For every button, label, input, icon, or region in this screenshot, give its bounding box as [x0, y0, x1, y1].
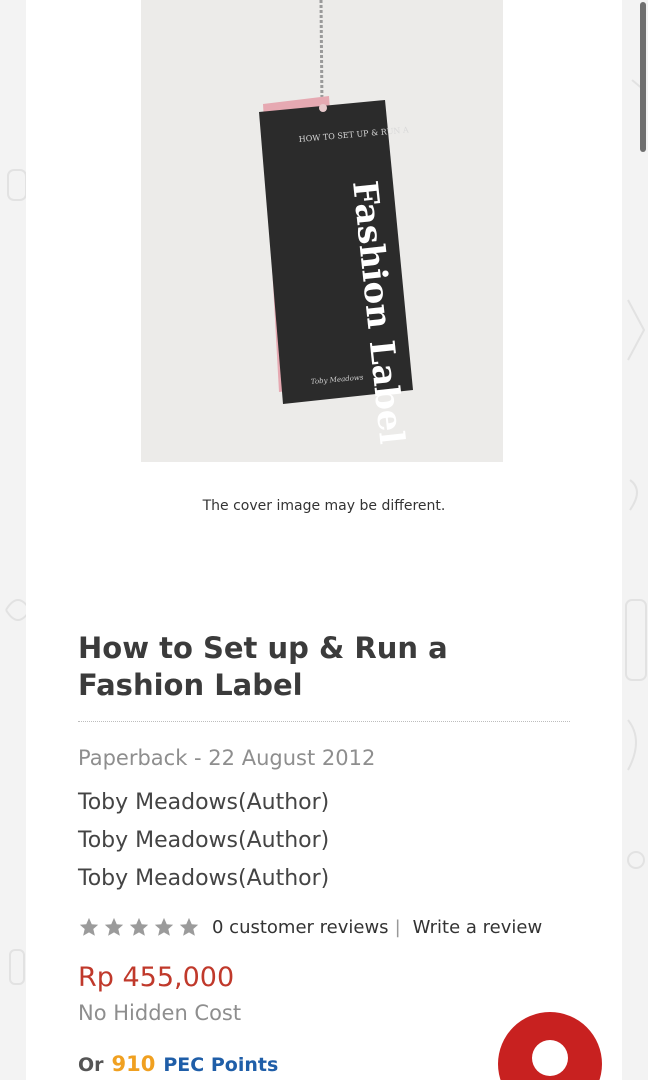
points-prefix: Or: [78, 1054, 104, 1076]
cover-disclaimer: The cover image may be different.: [202, 498, 446, 514]
reviews-separator: |: [394, 916, 401, 938]
chat-icon: [532, 1040, 568, 1076]
author-link[interactable]: Toby Meadows(Author): [78, 866, 329, 891]
points-label: PEC Points: [163, 1054, 279, 1076]
product-price: Rp 455,000: [78, 962, 235, 993]
star-icon: [154, 917, 174, 936]
title-divider: [78, 721, 570, 722]
product-card: HOW TO SET UP & RUN A Fashion Label Toby…: [26, 0, 622, 1080]
write-review-link[interactable]: Write a review: [413, 917, 543, 938]
format-and-date: Paperback - 22 August 2012: [78, 746, 376, 770]
reviews-row: 0 customer reviews | Write a review: [78, 914, 542, 940]
star-icon: [129, 917, 149, 936]
customer-reviews-link[interactable]: 0 customer reviews: [212, 917, 389, 938]
product-title: How to Set up & Run a Fashion Label: [78, 631, 448, 702]
no-hidden-cost-label: No Hidden Cost: [78, 1001, 242, 1025]
star-icon: [179, 917, 199, 936]
scrollbar-thumb[interactable]: [640, 2, 646, 152]
book-cover-image[interactable]: HOW TO SET UP & RUN A Fashion Label Toby…: [141, 0, 503, 462]
star-icon: [104, 917, 124, 936]
author-link[interactable]: Toby Meadows(Author): [78, 790, 329, 815]
points-row: Or 910 PEC Points: [78, 1052, 278, 1076]
star-rating: [78, 916, 200, 938]
author-link[interactable]: Toby Meadows(Author): [78, 828, 329, 853]
star-icon: [79, 917, 99, 936]
points-value: 910: [111, 1052, 156, 1076]
scrollbar[interactable]: [638, 0, 648, 1080]
